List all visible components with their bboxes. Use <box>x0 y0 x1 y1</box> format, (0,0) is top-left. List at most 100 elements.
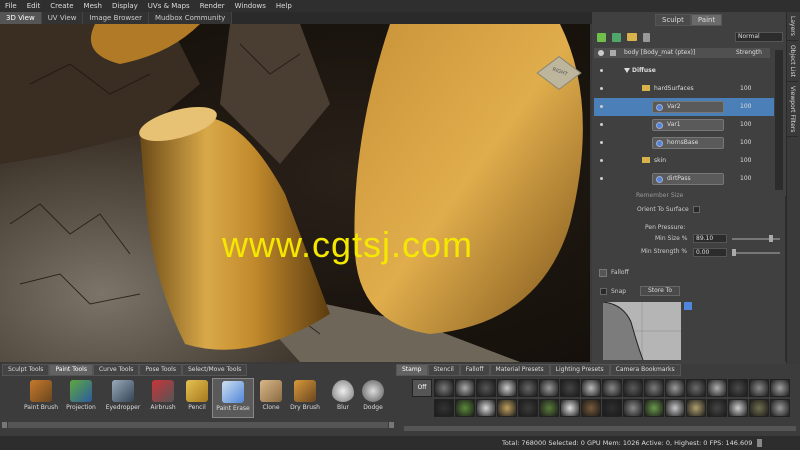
stamp-thumbnail[interactable] <box>749 379 769 397</box>
scroll-left-icon[interactable] <box>2 422 7 428</box>
tab-paint-tools[interactable]: Paint Tools <box>49 364 93 376</box>
stamp-thumbnail[interactable] <box>623 399 643 417</box>
menu-edit[interactable]: Edit <box>22 2 46 10</box>
stamp-thumbnail[interactable] <box>602 379 622 397</box>
stamp-thumbnail[interactable] <box>665 399 685 417</box>
min-strength-slider[interactable] <box>732 252 780 254</box>
scroll-right-icon[interactable] <box>389 422 394 428</box>
dry-brush-tool[interactable]: Dry Brush <box>286 378 324 418</box>
tab-lighting-presets[interactable]: Lighting Presets <box>549 364 610 376</box>
menu-help[interactable]: Help <box>271 2 297 10</box>
tool-tray-scrollbar[interactable] <box>8 422 388 428</box>
tab-select-move-tools[interactable]: Select/Move Tools <box>181 364 248 376</box>
pencil-tool[interactable]: Pencil <box>178 378 216 418</box>
trash-icon[interactable] <box>643 33 650 42</box>
stamp-thumbnail[interactable] <box>560 399 580 417</box>
tab-sculpt-tools[interactable]: Sculpt Tools <box>2 364 50 376</box>
clone-tool[interactable]: Clone <box>252 378 290 418</box>
new-layer-icon[interactable] <box>597 33 606 42</box>
stamp-thumbnail[interactable] <box>581 379 601 397</box>
layer-scrollbar[interactable] <box>775 50 783 190</box>
stamp-thumbnail[interactable] <box>644 399 664 417</box>
menu-create[interactable]: Create <box>45 2 78 10</box>
folder-icon[interactable] <box>627 33 637 41</box>
tab-paint[interactable]: Paint <box>690 14 723 26</box>
stamp-thumbnail[interactable] <box>455 399 475 417</box>
side-tab-viewport-filters[interactable]: Viewport Filters <box>787 82 798 138</box>
menu-file[interactable]: File <box>0 2 22 10</box>
viewport-3d[interactable]: www.cgtsj.com RIGHT <box>0 24 590 362</box>
min-size-slider-handle[interactable] <box>769 235 773 242</box>
tab-pose-tools[interactable]: Pose Tools <box>139 364 182 376</box>
falloff-expand-icon[interactable] <box>599 269 607 277</box>
paint-erase-tool[interactable]: Paint Erase <box>212 378 254 418</box>
stamp-thumbnail[interactable] <box>560 379 580 397</box>
stamp-thumbnail[interactable] <box>728 379 748 397</box>
eye-icon[interactable] <box>600 177 603 180</box>
orient-to-surface-checkbox[interactable] <box>693 206 700 213</box>
tab-curve-tools[interactable]: Curve Tools <box>92 364 140 376</box>
layer-chip[interactable]: Var2 <box>652 101 724 113</box>
stamp-thumbnail[interactable] <box>476 379 496 397</box>
stamp-thumbnail[interactable] <box>707 399 727 417</box>
stamp-thumbnail[interactable] <box>518 379 538 397</box>
stamp-thumbnail[interactable] <box>686 379 706 397</box>
curve-menu-icon[interactable] <box>684 302 692 310</box>
stamp-thumbnail[interactable] <box>770 399 790 417</box>
stamp-thumbnail[interactable] <box>707 379 727 397</box>
eyedropper-tool[interactable]: Eyedropper <box>104 378 142 418</box>
stamp-thumbnail[interactable] <box>728 399 748 417</box>
paint-brush-tool[interactable]: Paint Brush <box>22 378 60 418</box>
menu-render[interactable]: Render <box>195 2 230 10</box>
tab-image-browser[interactable]: Image Browser <box>83 12 149 24</box>
eye-icon[interactable] <box>600 159 603 162</box>
tab-material-presets[interactable]: Material Presets <box>489 364 550 376</box>
stamp-thumbnail[interactable] <box>497 379 517 397</box>
layer-chip[interactable]: Var1 <box>652 119 724 131</box>
duplicate-layer-icon[interactable] <box>612 33 621 42</box>
airbrush-tool[interactable]: Airbrush <box>144 378 182 418</box>
stamp-thumbnail[interactable] <box>539 399 559 417</box>
stamp-thumbnail[interactable] <box>602 399 622 417</box>
layer-row-selected[interactable]: Var2 100 <box>594 98 774 116</box>
layer-row[interactable]: skin 100 <box>594 152 774 170</box>
min-strength-slider-handle[interactable] <box>732 249 736 256</box>
layer-chip[interactable]: hornsBase <box>652 137 724 149</box>
layer-row[interactable]: Diffuse <box>594 62 774 80</box>
stamp-thumbnail[interactable] <box>476 399 496 417</box>
projection-tool[interactable]: Projection <box>62 378 100 418</box>
store-to-button[interactable]: Store To <box>640 286 680 296</box>
expand-arrow-icon[interactable] <box>624 68 630 73</box>
stamp-thumbnail[interactable] <box>518 399 538 417</box>
falloff-curve-editor[interactable] <box>602 301 681 361</box>
stamp-thumbnail[interactable] <box>623 379 643 397</box>
eye-icon[interactable] <box>600 105 603 108</box>
stamp-thumbnail[interactable] <box>770 379 790 397</box>
dodge-tool[interactable]: Dodge <box>354 378 392 418</box>
menu-uvs-maps[interactable]: UVs & Maps <box>143 2 195 10</box>
menu-display[interactable]: Display <box>107 2 143 10</box>
eye-icon[interactable] <box>600 123 603 126</box>
blend-mode-select[interactable]: Normal <box>735 32 783 42</box>
stamp-thumbnail[interactable] <box>434 399 454 417</box>
min-strength-field[interactable]: 0.00 <box>693 248 727 257</box>
stamp-thumbnail[interactable] <box>497 399 517 417</box>
stamp-thumbnail[interactable] <box>434 379 454 397</box>
layer-row[interactable]: dirtPass 100 <box>594 170 774 188</box>
stamp-thumbnail[interactable] <box>749 399 769 417</box>
eye-icon[interactable] <box>600 69 603 72</box>
layer-chip[interactable]: dirtPass <box>652 173 724 185</box>
stamp-thumbnail[interactable] <box>455 379 475 397</box>
eye-icon[interactable] <box>600 141 603 144</box>
stamp-thumbnail[interactable] <box>644 379 664 397</box>
min-size-field[interactable]: 89.10 <box>693 234 727 243</box>
stamp-thumbnail[interactable] <box>581 399 601 417</box>
layer-row[interactable]: Var1 100 <box>594 116 774 134</box>
stamp-tray-scrollbar[interactable] <box>404 426 796 431</box>
stamp-thumbnail[interactable] <box>539 379 559 397</box>
stamp-off[interactable]: Off <box>412 379 432 397</box>
tab-falloff[interactable]: Falloff <box>459 364 490 376</box>
tab-3d-view[interactable]: 3D View <box>0 12 42 24</box>
eye-icon[interactable] <box>600 87 603 90</box>
menu-windows[interactable]: Windows <box>230 2 271 10</box>
